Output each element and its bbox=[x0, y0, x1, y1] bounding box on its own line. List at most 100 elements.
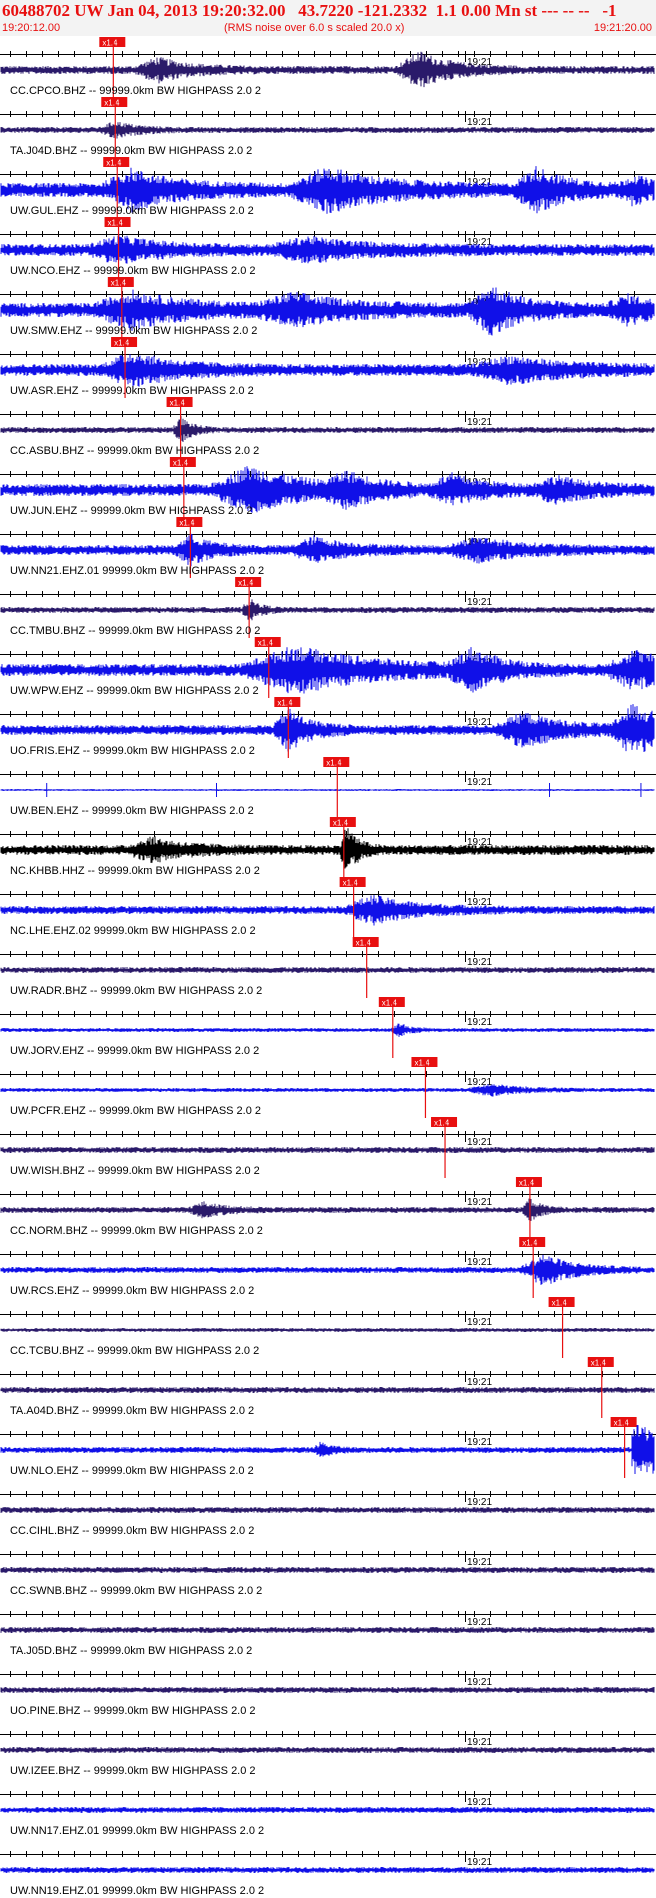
waveform-trace bbox=[0, 1147, 655, 1153]
pick-label: x1.4 bbox=[414, 1059, 430, 1068]
trace-label: UW.NCO.EHZ -- 99999.0km BW HIGHPASS 2.0 … bbox=[10, 265, 256, 277]
waveform-trace bbox=[0, 416, 655, 442]
minute-label: 19:21 bbox=[467, 1077, 492, 1088]
rms-note: (RMS noise over 6.0 s scaled 20.0 x) bbox=[224, 22, 405, 34]
waveform-trace bbox=[0, 789, 655, 791]
start-time: 19:20:12.00 bbox=[2, 22, 61, 34]
trace-panel: 19:21 CC.SWNB.BHZ -- 99999.0km BW HIGHPAS… bbox=[0, 1551, 656, 1597]
pick-label: x1.4 bbox=[434, 1119, 450, 1128]
minute-label: 19:21 bbox=[467, 1737, 492, 1748]
waveform-trace bbox=[0, 1867, 655, 1873]
trace-panel: 19:21 UW.NN17.EHZ.01 99999.0km BW HIGHPAS… bbox=[0, 1791, 656, 1837]
trace-label: UW.NN21.EHZ.01 99999.0km BW HIGHPASS 2.0… bbox=[10, 565, 264, 577]
minute-label: 19:21 bbox=[467, 1677, 492, 1688]
waveform-trace bbox=[0, 599, 655, 621]
trace-panel: 19:21x1.4UW.SMW.EHZ -- 99999.0km BW HIGH… bbox=[0, 277, 656, 338]
pick-label: x1.4 bbox=[333, 819, 349, 828]
trace-panel: 19:21 x1.4 TA.J04D.BHZ -- 99999.0km BW HIG… bbox=[0, 97, 656, 158]
waveform-trace bbox=[0, 1328, 655, 1332]
waveform-trace bbox=[0, 1687, 655, 1693]
trace-panel: 19:21 x1.4 TA.A04D.BHZ -- 99999.0km BW HIG… bbox=[0, 1357, 656, 1418]
trace-panel: 19:21x1.4UW.ASR.EHZ -- 99999.0km BW HIGH… bbox=[0, 337, 656, 398]
trace-panel: 19:21 UO.PINE.BHZ -- 99999.0km BW HIGHPAS… bbox=[0, 1671, 656, 1717]
trace-label: UO.FRIS.EHZ -- 99999.0km BW HIGHPASS 2.0… bbox=[10, 745, 255, 757]
trace-label: CC.ASBU.BHZ -- 99999.0km BW HIGHPASS 2.0… bbox=[10, 445, 259, 457]
pick-label: x1.4 bbox=[326, 759, 342, 768]
waveform-trace bbox=[0, 1507, 655, 1513]
waveform-trace bbox=[0, 533, 655, 567]
trace-panel: 19:21x1.4UW.NN21.EHZ.01 99999.0km BW HIG… bbox=[0, 517, 656, 578]
waveform-trace bbox=[0, 967, 655, 973]
waveform-trace bbox=[0, 1387, 655, 1393]
trace-panel: 19:21 UW.NN19.EHZ.01 99999.0km BW HIGHPAS… bbox=[0, 1851, 656, 1897]
trace-panel: 19:21 CC.CIHL.BHZ -- 99999.0km BW HIGHPAS… bbox=[0, 1491, 656, 1537]
pick-label: x1.4 bbox=[343, 879, 359, 888]
minute-label: 19:21 bbox=[467, 1437, 492, 1448]
minute-label: 19:21 bbox=[467, 1797, 492, 1808]
trace-label: CC.SWNB.BHZ -- 99999.0km BW HIGHPASS 2.0… bbox=[10, 1585, 262, 1597]
minute-label: 19:21 bbox=[467, 777, 492, 788]
minute-label: 19:21 bbox=[467, 1377, 492, 1388]
pick-label: x1.4 bbox=[552, 1299, 568, 1308]
minute-label: 19:21 bbox=[467, 1857, 492, 1868]
pick-label: x1.4 bbox=[356, 939, 372, 948]
trace-label: UW.GUL.EHZ -- 99999.0km BW HIGHPASS 2.0 … bbox=[10, 205, 254, 217]
minute-label: 19:21 bbox=[467, 597, 492, 608]
minute-label: 19:21 bbox=[467, 1557, 492, 1568]
pick-label: x1.4 bbox=[173, 459, 189, 468]
trace-label: CC.TMBU.BHZ -- 99999.0km BW HIGHPASS 2.0… bbox=[10, 625, 260, 637]
trace-panel: 19:21 x1.4 UW.WISH.BHZ -- 99999.0km BW HIG… bbox=[0, 1117, 656, 1178]
waveform-trace bbox=[0, 234, 655, 264]
waveform-trace bbox=[0, 1254, 655, 1285]
trace-label: UW.RADR.BHZ -- 99999.0km BW HIGHPASS 2.0… bbox=[10, 985, 262, 997]
trace-panel: 19:21 UW.IZEE.BHZ -- 99999.0km BW HIGHPAS… bbox=[0, 1731, 656, 1777]
trace-label: NC.KHBB.HHZ -- 99999.0km BW HIGHPASS 2.0… bbox=[10, 865, 260, 877]
waveform-trace bbox=[0, 122, 655, 139]
minute-label: 19:21 bbox=[467, 1617, 492, 1628]
pick-label: x1.4 bbox=[519, 1179, 535, 1188]
waveform-trace bbox=[0, 1747, 655, 1753]
trace-label: UW.JORV.EHZ -- 99999.0km BW HIGHPASS 2.0… bbox=[10, 1045, 259, 1057]
waveform-trace bbox=[0, 1084, 655, 1097]
pick-label: x1.4 bbox=[102, 39, 118, 48]
trace-panel: 19:21 x1.4 CC.TMBU.BHZ -- 99999.0km BW HIG… bbox=[0, 577, 656, 638]
trace-panel: 19:21 x1.4 UW.PCFR.EHZ -- 99999.0km BW HIG… bbox=[0, 1057, 656, 1118]
minute-label: 19:21 bbox=[467, 117, 492, 128]
seismogram-plot: 19:21 x1.4 CC.CPCO.BHZ -- 99999.0km BW HIG… bbox=[0, 37, 656, 1897]
pick-label: x1.4 bbox=[591, 1359, 607, 1368]
waveform-trace bbox=[0, 895, 655, 926]
trace-panel: 19:21x1.4NC.KHBB.HHZ -- 99999.0km BW HIG… bbox=[0, 817, 656, 878]
trace-panel: 19:21 x1.4 NC.LHE.EHZ.02 99999.0km BW HIGH… bbox=[0, 877, 656, 938]
pick-label: x1.4 bbox=[277, 699, 293, 708]
pick-label: x1.4 bbox=[108, 219, 124, 228]
minute-label: 19:21 bbox=[467, 1137, 492, 1148]
minute-label: 19:21 bbox=[467, 1317, 492, 1328]
trace-label: UW.SMW.EHZ -- 99999.0km BW HIGHPASS 2.0 … bbox=[10, 325, 257, 337]
trace-label: CC.TCBU.BHZ -- 99999.0km BW HIGHPASS 2.0… bbox=[10, 1345, 259, 1357]
trace-label: UW.NN17.EHZ.01 99999.0km BW HIGHPASS 2.0… bbox=[10, 1825, 264, 1837]
plot-header: 60488702 UW Jan 04, 2013 19:20:32.00 43.… bbox=[0, 0, 656, 36]
minute-label: 19:21 bbox=[467, 1017, 492, 1028]
trace-panel: 19:21 x1.4 UW.RADR.BHZ -- 99999.0km BW HIG… bbox=[0, 937, 656, 998]
minute-label: 19:21 bbox=[467, 417, 492, 428]
waveform-trace bbox=[0, 51, 655, 88]
pick-label: x1.4 bbox=[179, 519, 195, 528]
pick-label: x1.4 bbox=[111, 279, 127, 288]
trace-label: UW.ASR.EHZ -- 99999.0km BW HIGHPASS 2.0 … bbox=[10, 385, 254, 397]
trace-panel: 19:21 x1.4 CC.ASBU.BHZ -- 99999.0km BW HIG… bbox=[0, 397, 656, 458]
pick-label: x1.4 bbox=[106, 159, 122, 168]
trace-label: UW.BEN.EHZ -- 99999.0km BW HIGHPASS 2.0 … bbox=[10, 805, 254, 817]
trace-panel: 19:21x1.4UW.GUL.EHZ -- 99999.0km BW HIGH… bbox=[0, 157, 656, 218]
pick-label: x1.4 bbox=[522, 1239, 538, 1248]
trace-label: UW.NLO.EHZ -- 99999.0km BW HIGHPASS 2.0 … bbox=[10, 1465, 254, 1477]
event-title: 60488702 UW Jan 04, 2013 19:20:32.00 43.… bbox=[2, 1, 617, 20]
trace-label: CC.CIHL.BHZ -- 99999.0km BW HIGHPASS 2.0… bbox=[10, 1525, 254, 1537]
pick-label: x1.4 bbox=[614, 1419, 630, 1428]
trace-label: UW.JUN.EHZ -- 99999.0km BW HIGHPASS 2.0 … bbox=[10, 505, 252, 517]
trace-panel: 19:21 x1.4 UO.FRIS.EHZ -- 99999.0km BW HIG… bbox=[0, 697, 656, 758]
waveform-trace bbox=[0, 1198, 655, 1221]
waveform-trace bbox=[0, 1807, 655, 1813]
pick-label: x1.4 bbox=[104, 99, 120, 108]
trace-label: TA.A04D.BHZ -- 99999.0km BW HIGHPASS 2.0… bbox=[10, 1405, 254, 1417]
trace-panel: 19:21x1.4CC.CPCO.BHZ -- 99999.0km BW HIG… bbox=[0, 37, 656, 98]
